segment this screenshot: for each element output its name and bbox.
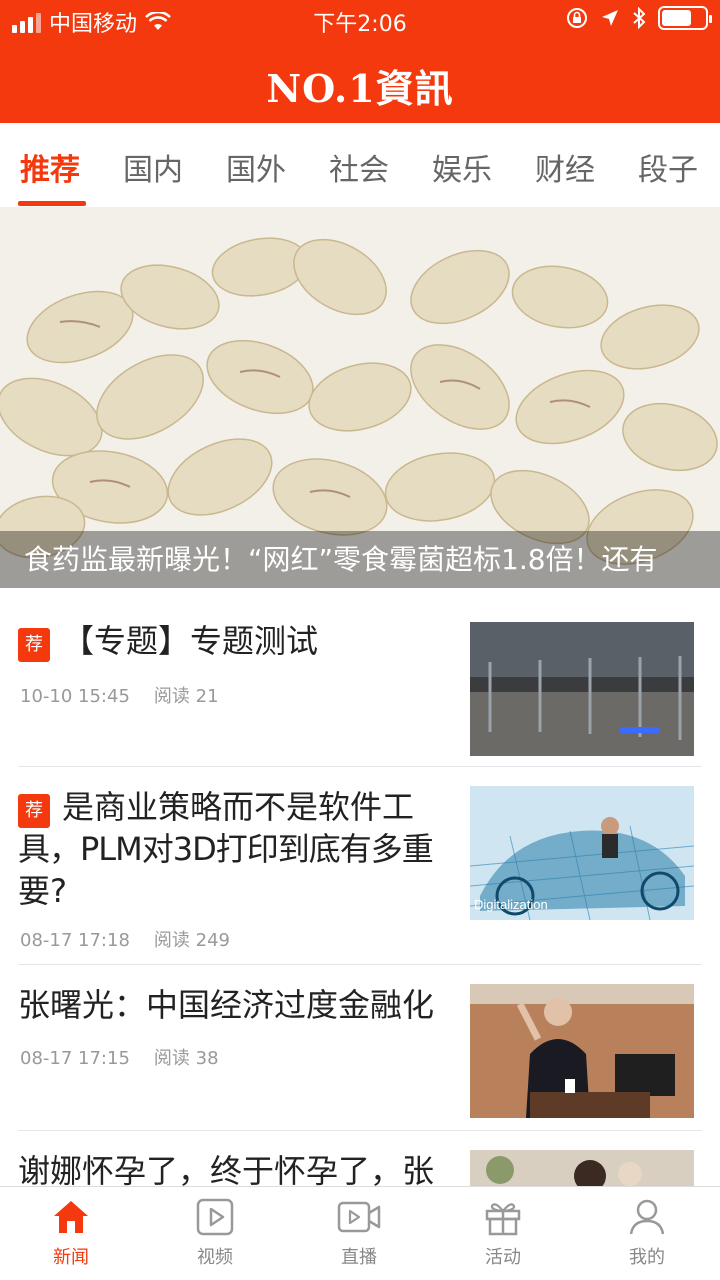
article-title: 荐【专题】专题测试 xyxy=(18,620,318,662)
list-item[interactable]: 张曙光：中国经济过度金融化 08-17 17:15 阅读 38 xyxy=(18,984,702,1124)
tabbar-label: 新闻 xyxy=(53,1247,89,1268)
article-time: 08-17 17:15 xyxy=(20,1048,130,1069)
bluetooth-icon xyxy=(633,7,646,29)
tab-entertainment[interactable]: 娱乐 xyxy=(432,145,492,189)
list-divider xyxy=(18,1130,702,1131)
list-divider xyxy=(18,964,702,965)
tabbar-label: 我的 xyxy=(629,1247,665,1268)
article-thumbnail xyxy=(470,1150,694,1186)
bottom-tab-bar: 新闻 视频 直播 活动 我的 xyxy=(0,1186,720,1280)
tabbar-news[interactable]: 新闻 xyxy=(26,1197,116,1269)
recommend-badge: 荐 xyxy=(18,794,50,828)
tab-domestic[interactable]: 国内 xyxy=(123,145,183,189)
tabbar-label: 活动 xyxy=(485,1247,521,1268)
article-thumbnail: Digitalization xyxy=(470,786,694,920)
article-reads: 阅读 38 xyxy=(153,1048,219,1069)
thumbnail-caption: Digitalization xyxy=(474,897,548,912)
article-title: 张曙光：中国经济过度金融化 xyxy=(18,986,435,1024)
tabbar-label: 视频 xyxy=(197,1247,233,1268)
gift-icon xyxy=(485,1203,521,1236)
article-title-line: 是商业策略而不是软件工 xyxy=(62,788,415,826)
status-right xyxy=(566,6,712,30)
article-title-line: 具，PLM对3D打印到底有多重 xyxy=(18,830,434,868)
category-tabs: 推荐 国内 国外 社会 娱乐 财经 段子 xyxy=(0,123,720,207)
battery-icon xyxy=(658,6,712,30)
hero-caption: 食药监最新曝光！“网红”零食霉菌超标1.8倍！还有 xyxy=(0,531,720,588)
article-title: 荐是商业策略而不是软件工 具，PLM对3D打印到底有多重 要? xyxy=(18,786,468,912)
tabbar-activity[interactable]: 活动 xyxy=(458,1197,548,1269)
active-tab-indicator xyxy=(18,201,86,206)
tabbar-live[interactable]: 直播 xyxy=(314,1197,404,1269)
tabbar-video[interactable]: 视频 xyxy=(170,1197,260,1269)
tab-international[interactable]: 国外 xyxy=(226,145,286,189)
tab-finance[interactable]: 财经 xyxy=(535,145,595,189)
play-icon xyxy=(196,1198,234,1236)
list-divider xyxy=(18,766,702,767)
rotation-lock-icon xyxy=(567,8,587,28)
list-item[interactable]: 荐是商业策略而不是软件工 具，PLM对3D打印到底有多重 要? 08-17 17… xyxy=(18,786,702,956)
article-time: 08-17 17:18 xyxy=(20,930,130,951)
tab-jokes[interactable]: 段子 xyxy=(638,145,698,189)
article-reads: 阅读 249 xyxy=(153,930,230,951)
article-time: 10-10 15:45 xyxy=(20,686,130,707)
article-meta: 08-17 17:15 阅读 38 xyxy=(20,1044,219,1070)
article-reads: 阅读 21 xyxy=(153,686,219,707)
live-video-icon xyxy=(337,1201,381,1233)
list-item[interactable]: 谢娜怀孕了，终于怀孕了，张 xyxy=(18,1150,702,1190)
article-thumbnail xyxy=(470,622,694,756)
list-item[interactable]: 荐【专题】专题测试 10-10 15:45 阅读 21 xyxy=(18,620,702,760)
tabbar-label: 直播 xyxy=(341,1247,377,1268)
article-meta: 08-17 17:18 阅读 249 xyxy=(20,926,230,952)
article-title-line: 要? xyxy=(18,872,67,910)
article-title-text: 【专题】专题测试 xyxy=(62,622,319,660)
app-title: NO.1資訊 xyxy=(266,66,454,111)
home-icon xyxy=(54,1201,88,1233)
article-meta: 10-10 15:45 阅读 21 xyxy=(20,682,219,708)
tab-society[interactable]: 社会 xyxy=(329,145,389,189)
article-thumbnail xyxy=(470,984,694,1118)
hero-banner[interactable]: 食药监最新曝光！“网红”零食霉菌超标1.8倍！还有 xyxy=(0,207,720,588)
tab-recommend[interactable]: 推荐 xyxy=(20,145,80,189)
user-icon xyxy=(629,1199,665,1235)
recommend-badge: 荐 xyxy=(18,628,50,662)
status-bar: 中国移动 下午2:06 xyxy=(0,0,720,40)
app-header: 中国移动 下午2:06 NO.1資訊 xyxy=(0,0,720,123)
tabbar-me[interactable]: 我的 xyxy=(602,1197,692,1269)
location-icon xyxy=(602,10,618,26)
